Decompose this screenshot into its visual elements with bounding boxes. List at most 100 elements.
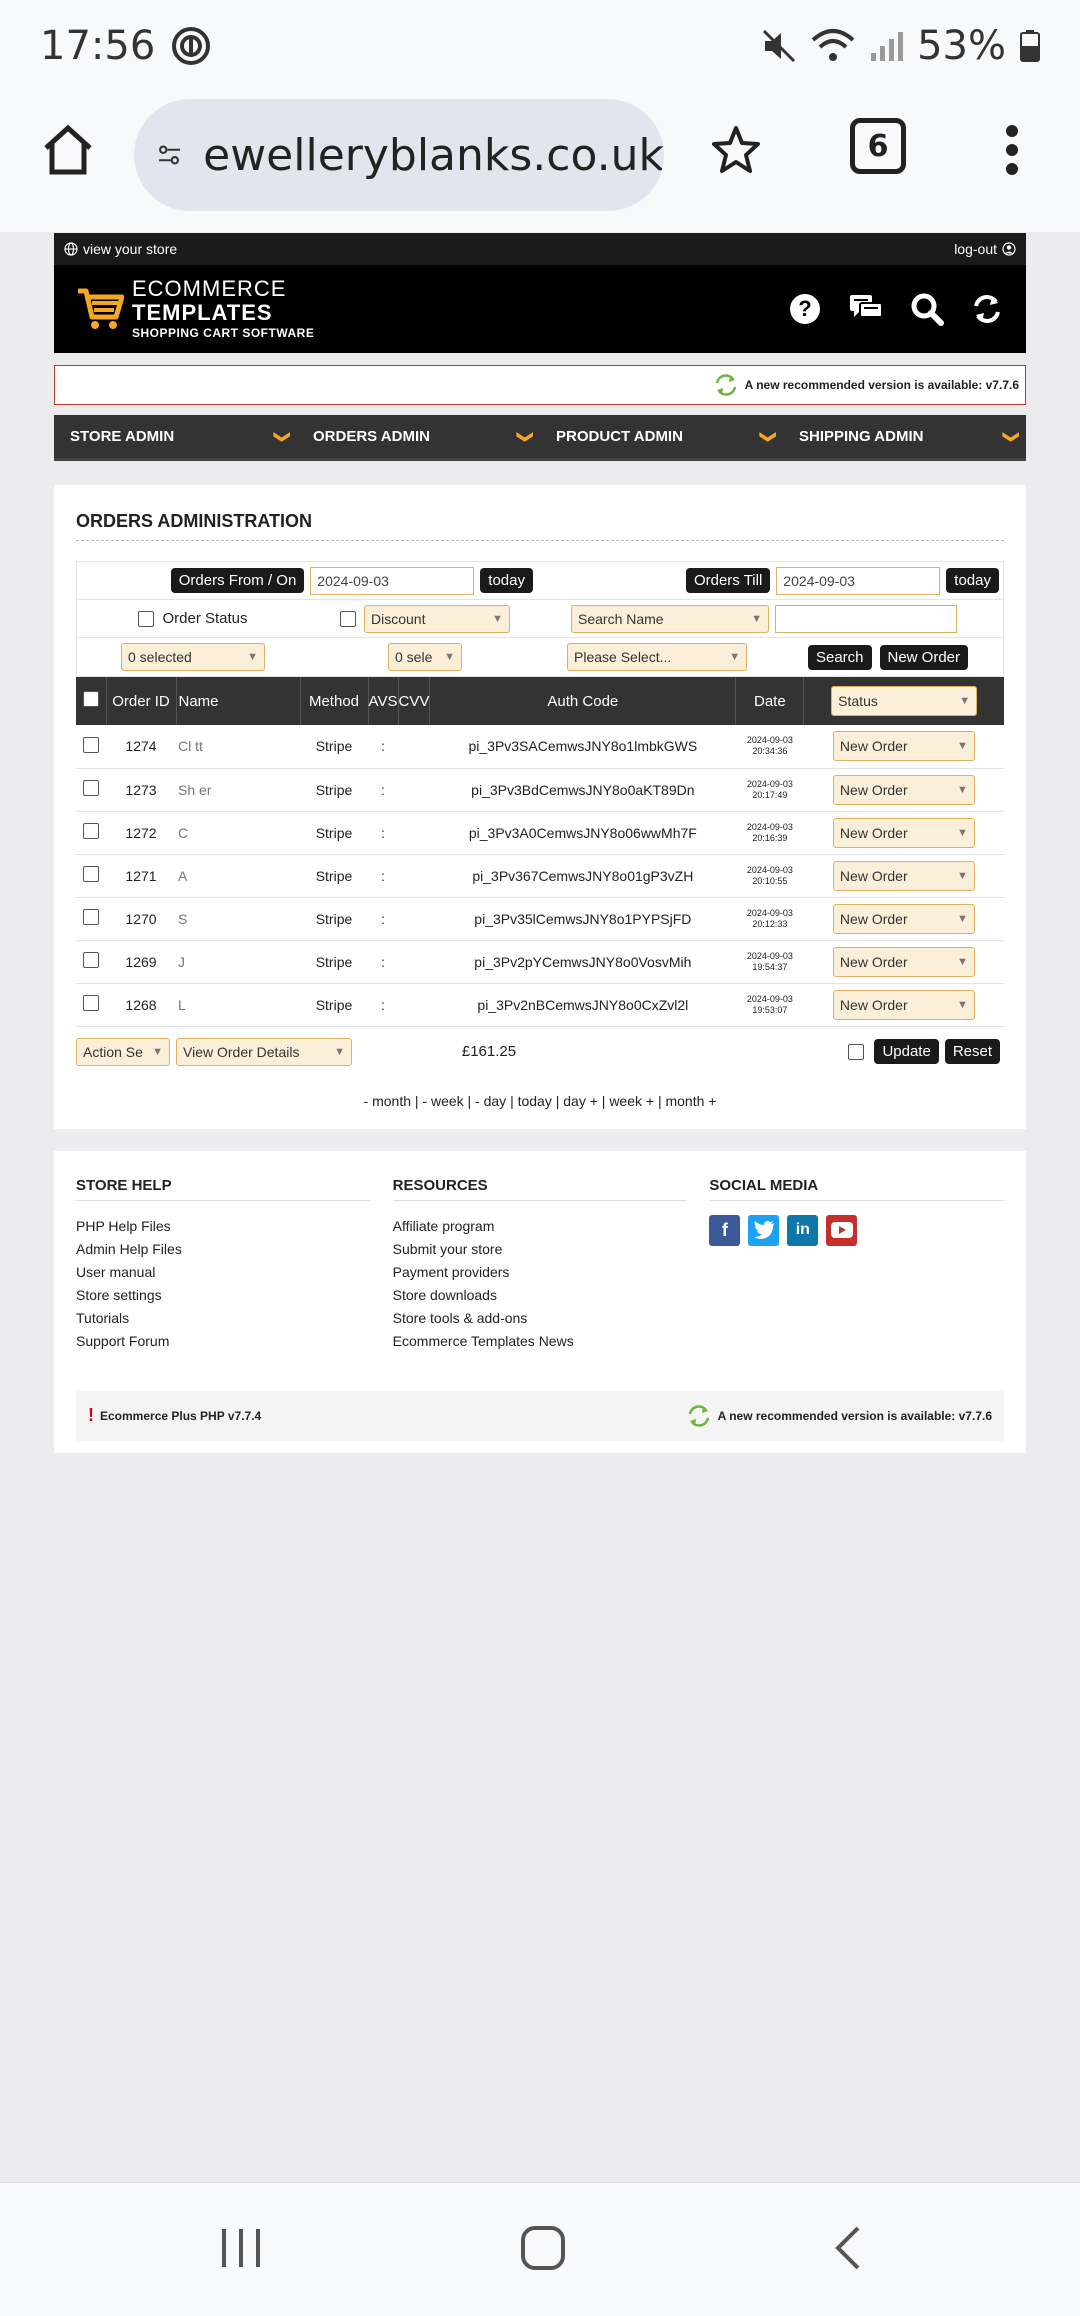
store-help-link[interactable]: User manual <box>76 1261 371 1284</box>
new-order-button[interactable]: New Order <box>879 644 969 670</box>
order-id[interactable]: 1271 <box>106 854 176 898</box>
bookmark-star-icon[interactable] <box>706 120 766 180</box>
action-select[interactable]: Action Se ▼ <box>76 1037 170 1066</box>
refresh-icon[interactable] <box>970 292 1004 326</box>
row-checkbox[interactable] <box>83 866 99 882</box>
back-nav-icon[interactable] <box>830 2225 866 2271</box>
cvv-value <box>398 854 430 898</box>
order-date: 2024-09-03 20:10:55 <box>735 854 804 898</box>
resources-link[interactable]: Submit your store <box>393 1238 688 1261</box>
reset-button[interactable]: Reset <box>944 1039 1000 1064</box>
order-id[interactable]: 1270 <box>106 897 176 941</box>
view-store-link[interactable]: view your store <box>64 241 177 257</box>
resources-link[interactable]: Payment providers <box>393 1261 688 1284</box>
store-help-link[interactable]: Store settings <box>76 1284 371 1307</box>
status-multiselect[interactable]: 0 selected ▼ <box>121 643 265 671</box>
order-date: 2024-09-03 19:54:37 <box>735 940 804 984</box>
order-status-select[interactable]: New Order ▼ <box>832 989 975 1020</box>
resources-link[interactable]: Store downloads <box>393 1284 688 1307</box>
table-row: 1268 L Stripe: pi_3Pv2nBCemwsJNY8o0CxZvl2l 2… <box>76 983 1004 1027</box>
store-help-link[interactable]: Support Forum <box>76 1330 371 1353</box>
store-help-link[interactable]: Admin Help Files <box>76 1238 371 1261</box>
store-help-link[interactable]: PHP Help Files <box>76 1215 371 1238</box>
search-text-input[interactable] <box>775 604 957 633</box>
resources-link[interactable]: Ecommerce Templates News <box>393 1330 688 1353</box>
store-help-link[interactable]: Tutorials <box>76 1307 371 1330</box>
twitter-icon[interactable] <box>748 1214 780 1246</box>
order-status-select[interactable]: New Order ▼ <box>832 903 975 934</box>
logout-link[interactable]: log-out <box>954 241 1016 257</box>
menu-store-admin[interactable]: STORE ADMIN ❯ <box>54 415 297 461</box>
tab-switcher-button[interactable]: 6 <box>850 118 906 174</box>
chat-icon[interactable] <box>848 293 884 325</box>
menu-shipping-admin[interactable]: SHIPPING ADMIN ❯ <box>783 415 1026 461</box>
linkedin-icon[interactable]: in <box>787 1214 819 1246</box>
home-icon[interactable] <box>38 120 98 180</box>
orders-total: £161.25 <box>461 1043 517 1060</box>
order-status-select[interactable]: New Order ▼ <box>832 860 975 891</box>
discount-multiselect[interactable]: 0 sele ▼ <box>388 643 462 671</box>
discount-checkbox[interactable] <box>340 610 356 627</box>
today-till-button[interactable]: today <box>946 568 999 593</box>
web-page: view your store log-out ECOMMERCE TEMPLA… <box>54 233 1026 1453</box>
row-checkbox[interactable] <box>83 952 99 968</box>
customer-name: Sh er <box>176 768 300 812</box>
update-button[interactable]: Update <box>874 1039 939 1064</box>
help-icon[interactable]: ? <box>788 292 822 326</box>
search-icon[interactable] <box>910 292 944 326</box>
order-id[interactable]: 1268 <box>106 983 176 1027</box>
footer-version-notice: A new recommended version is available: … <box>717 1408 992 1423</box>
discount-select[interactable]: Discount ▼ <box>364 604 510 633</box>
resources-link[interactable]: Affiliate program <box>393 1215 688 1238</box>
order-id[interactable]: 1273 <box>106 768 176 812</box>
more-menu-icon[interactable] <box>992 120 1032 180</box>
site-settings-icon[interactable] <box>158 135 181 175</box>
select-all-checkbox[interactable] <box>82 691 99 707</box>
please-select-dropdown[interactable]: Please Select... ▼ <box>567 643 747 671</box>
resources-link[interactable]: Store tools & add-ons <box>393 1307 688 1330</box>
today-from-button[interactable]: today <box>480 568 533 593</box>
avs-value: : <box>368 897 398 941</box>
order-status-select[interactable]: New Order ▼ <box>832 817 975 848</box>
row-checkbox[interactable] <box>83 823 99 839</box>
row-checkbox[interactable] <box>83 736 99 753</box>
search-button[interactable]: Search <box>807 644 872 670</box>
orders-till-button[interactable]: Orders Till <box>685 568 771 593</box>
orders-till-input[interactable] <box>776 566 941 595</box>
orders-from-input[interactable] <box>310 566 475 595</box>
order-status-select[interactable]: New Order ▼ <box>832 774 975 805</box>
facebook-icon[interactable]: f <box>709 1214 741 1246</box>
order-status-checkbox[interactable] <box>138 610 155 627</box>
cvv-value <box>398 897 430 941</box>
search-name-select[interactable]: Search Name ▼ <box>571 604 769 633</box>
view-order-details-select[interactable]: View Order Details ▼ <box>176 1037 352 1066</box>
status-header-select[interactable]: Status ▼ <box>831 686 978 716</box>
cvv-value <box>398 940 430 984</box>
wifi-icon <box>811 29 855 61</box>
update-checkbox[interactable] <box>848 1043 865 1060</box>
address-bar[interactable]: ewelleryblanks.co.uk <box>134 99 664 211</box>
chevron-down-icon: ❯ <box>759 429 777 444</box>
order-id[interactable]: 1269 <box>106 940 176 984</box>
order-status-select[interactable]: New Order ▼ <box>832 946 975 977</box>
youtube-icon[interactable] <box>826 1214 858 1246</box>
menu-orders-admin[interactable]: ORDERS ADMIN ❯ <box>297 415 540 461</box>
order-id[interactable]: 1272 <box>106 811 176 855</box>
order-date: 2024-09-03 20:34:36 <box>735 725 804 769</box>
order-id[interactable]: 1274 <box>106 725 176 769</box>
row-checkbox[interactable] <box>83 995 99 1011</box>
chevron-down-icon: ❯ <box>273 429 291 444</box>
date-navigation[interactable]: - month | - week | - day | today | day +… <box>76 1093 1004 1109</box>
recent-apps-icon[interactable] <box>218 2225 264 2271</box>
menu-product-admin[interactable]: PRODUCT ADMIN ❯ <box>540 415 783 461</box>
row-checkbox[interactable] <box>83 780 99 796</box>
order-status-select[interactable]: New Order ▼ <box>832 731 975 762</box>
store-help-title: STORE HELP <box>76 1177 371 1201</box>
orders-from-button[interactable]: Orders From / On <box>170 568 305 593</box>
col-order-id: Order ID <box>106 677 177 725</box>
logo[interactable]: ECOMMERCE TEMPLATES SHOPPING CART SOFTWA… <box>76 277 314 341</box>
home-nav-icon[interactable] <box>520 2225 566 2271</box>
col-method: Method <box>300 677 369 725</box>
table-row: 1270 S Stripe: pi_3Pv35lCemwsJNY8o1PYPSjFD 2… <box>76 897 1004 941</box>
row-checkbox[interactable] <box>83 909 99 925</box>
